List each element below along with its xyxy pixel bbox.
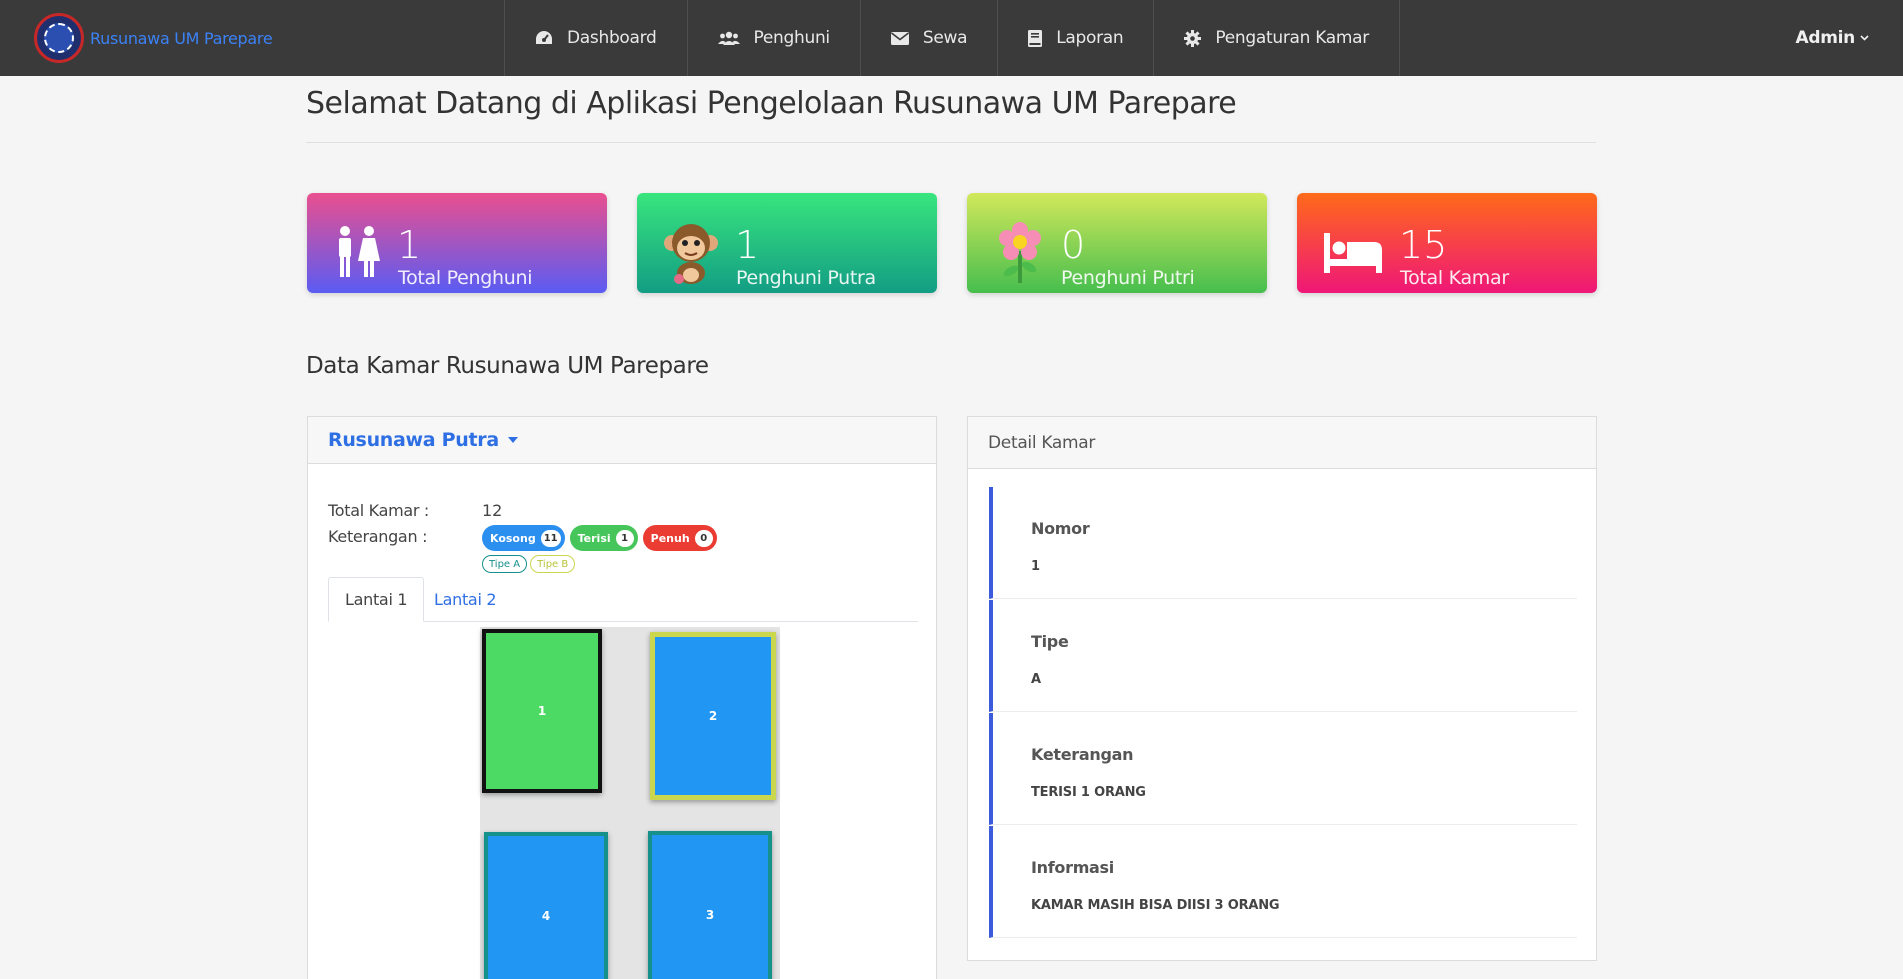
nav-pengaturan-kamar[interactable]: Pengaturan Kamar (1153, 0, 1400, 76)
users-icon (717, 31, 740, 45)
nav-penghuni[interactable]: Penghuni (686, 0, 860, 76)
badge-terisi-count: 1 (615, 529, 634, 547)
detail-tipe: Tipe A (989, 600, 1577, 712)
room-2[interactable]: 2 (650, 632, 776, 800)
main-menu: Dashboard Penghuni Sewa Laporan Pengatur… (504, 0, 1400, 76)
building-dropdown[interactable]: Rusunawa Putra (308, 417, 936, 464)
stat-penghuni-putra: 1 Penghuni Putra (637, 193, 937, 293)
stat-total-penghuni: 1 Total Penghuni (307, 193, 607, 293)
nav-sewa-label: Sewa (922, 28, 968, 48)
keterangan-label: Keterangan : (328, 527, 428, 546)
total-kamar-label: Total Kamar : (328, 501, 430, 520)
title-divider (306, 142, 1596, 143)
detail-keterangan-value: TERISI 1 ORANG (1031, 785, 1146, 800)
detail-keterangan: Keterangan TERISI 1 ORANG (989, 713, 1577, 825)
section-title: Data Kamar Rusunawa UM Parepare (306, 353, 709, 379)
nav-dashboard[interactable]: Dashboard (504, 0, 687, 76)
nav-penghuni-label: Penghuni (753, 28, 831, 48)
stat-total-kamar-label: Total Kamar (1400, 267, 1509, 289)
stat-penghuni-putri-label: Penghuni Putri (1061, 267, 1195, 289)
building-dropdown-label: Rusunawa Putra (328, 429, 499, 451)
stat-total-kamar-value: 15 (1399, 223, 1448, 267)
top-navbar: Rusunawa UM Parepare Dashboard Penghuni … (0, 0, 1903, 76)
detail-panel-title: Detail Kamar (968, 417, 1596, 469)
type-legend: Tipe A Tipe B (482, 555, 576, 573)
badge-kosong-count: 11 (540, 529, 561, 547)
nav-laporan[interactable]: Laporan (997, 0, 1153, 76)
detail-tipe-value: A (1031, 672, 1041, 687)
nav-sewa[interactable]: Sewa (859, 0, 997, 76)
detail-informasi-value: KAMAR MASIH BISA DIISI 3 ORANG (1031, 898, 1280, 913)
dashboard-icon (536, 31, 552, 44)
tab-lantai-2[interactable]: Lantai 2 (418, 577, 512, 622)
detail-nomor-value: 1 (1031, 559, 1040, 574)
rooms-panel: Rusunawa Putra Total Kamar : 12 Keterang… (307, 416, 937, 979)
room-4[interactable]: 4 (484, 832, 608, 979)
brand-link[interactable]: Rusunawa UM Parepare (34, 13, 273, 63)
monkey-icon (664, 224, 718, 284)
bed-icon (1324, 233, 1382, 273)
badge-kosong-label: Kosong (490, 531, 536, 545)
room-1[interactable]: 1 (482, 629, 602, 793)
badge-terisi-label: Terisi (577, 531, 611, 545)
admin-menu[interactable]: Admin (1796, 0, 1869, 76)
admin-label: Admin (1795, 28, 1856, 48)
total-kamar-value: 12 (482, 501, 503, 520)
badge-kosong: Kosong 11 (482, 525, 565, 551)
brand-name: Rusunawa UM Parepare (90, 28, 273, 48)
tab-lantai-1[interactable]: Lantai 1 (328, 577, 425, 622)
nav-laporan-label: Laporan (1056, 28, 1124, 48)
badge-tipe-b: Tipe B (530, 555, 576, 573)
caret-down-icon (507, 437, 518, 443)
university-logo (34, 13, 84, 63)
detail-tipe-label: Tipe (1031, 632, 1069, 651)
detail-nomor-label: Nomor (1031, 519, 1090, 538)
room-3[interactable]: 3 (648, 831, 772, 979)
envelope-icon (890, 31, 909, 45)
stat-total-penghuni-value: 1 (397, 223, 422, 267)
badge-tipe-a: Tipe A (482, 555, 528, 573)
badge-terisi: Terisi 1 (569, 525, 638, 551)
page-title: Selamat Datang di Aplikasi Pengelolaan R… (306, 86, 1237, 121)
detail-nomor: Nomor 1 (989, 487, 1577, 599)
floor-plan: 1 2 4 3 (480, 627, 780, 979)
stat-penghuni-putri: 0 Penghuni Putri (967, 193, 1267, 293)
room-detail-panel: Detail Kamar Nomor 1 Tipe A Keterangan T… (967, 416, 1597, 961)
detail-keterangan-label: Keterangan (1031, 745, 1134, 764)
stat-penghuni-putra-label: Penghuni Putra (736, 267, 876, 289)
restroom-icon (339, 226, 380, 277)
badge-penuh-label: Penuh (650, 531, 690, 545)
nav-dashboard-label: Dashboard (567, 28, 657, 48)
badge-penuh-count: 0 (694, 529, 713, 547)
stat-total-penghuni-label: Total Penghuni (398, 267, 533, 289)
badge-penuh: Penuh 0 (642, 525, 717, 551)
flower-icon (999, 222, 1041, 283)
stat-total-kamar: 15 Total Kamar (1297, 193, 1597, 293)
nav-pengaturan-kamar-label: Pengaturan Kamar (1215, 28, 1369, 48)
chevron-down-icon (1860, 35, 1869, 41)
book-icon (1028, 29, 1043, 47)
floor-tabs: Lantai 1 Lantai 2 (328, 577, 918, 622)
status-legend: Kosong 11 Terisi 1 Penuh 0 (482, 525, 717, 551)
stat-penghuni-putri-value: 0 (1061, 223, 1086, 267)
detail-informasi: Informasi KAMAR MASIH BISA DIISI 3 ORANG (989, 826, 1577, 938)
stat-penghuni-putra-value: 1 (735, 223, 760, 267)
detail-informasi-label: Informasi (1031, 858, 1114, 877)
gear-icon (1184, 29, 1202, 47)
